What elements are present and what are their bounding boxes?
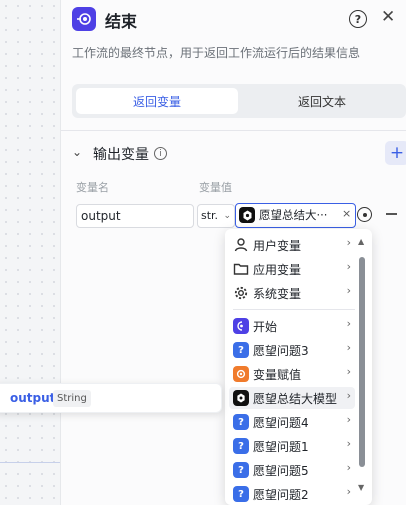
section-divider (61, 130, 406, 131)
target-icon[interactable] (357, 207, 372, 222)
user-icon (234, 238, 248, 252)
folder-icon (233, 263, 249, 275)
dropdown-item-wish-q5[interactable]: ? 愿望问题5 › (229, 459, 355, 481)
variable-reference-select[interactable]: 愿望总结大··· × (235, 203, 356, 228)
add-variable-button[interactable]: + (385, 141, 406, 165)
chevron-right-icon: › (346, 365, 351, 378)
panel-description: 工作流的最终节点，用于返回工作流运行后的结果信息 (72, 46, 361, 60)
dropdown-item-wish-q1[interactable]: ? 愿望问题1 › (229, 435, 355, 457)
llm-icon (239, 207, 255, 223)
dropdown-item-system-vars[interactable]: 系统变量 › (229, 282, 355, 304)
dropdown-item-wish-q2[interactable]: ? 愿望问题2 › (229, 483, 355, 505)
variable-type-select[interactable]: str. ⌄ (197, 204, 235, 228)
dropdown-item-start[interactable]: 开始 › (229, 315, 355, 337)
tab-return-text[interactable]: 返回文本 (242, 88, 402, 114)
output-variables-header: ⌄ 输出变量 i + (72, 141, 406, 165)
dropdown-separator (233, 309, 355, 310)
canvas-edge-line (0, 462, 60, 463)
question-icon: ? (233, 414, 249, 430)
help-icon[interactable]: ? (349, 10, 367, 28)
info-icon[interactable]: i (154, 147, 167, 160)
question-icon: ? (233, 342, 249, 358)
chevron-right-icon: › (346, 389, 351, 402)
chevron-right-icon: › (346, 317, 351, 330)
chevron-right-icon: › (346, 236, 351, 249)
dropdown-item-wish-q3[interactable]: ? 愿望问题3 › (229, 339, 355, 361)
dropdown-item-assign[interactable]: 变量赋值 › (229, 363, 355, 385)
llm-icon (233, 390, 249, 406)
panel-title: 结束 (105, 12, 138, 31)
scroll-down-icon[interactable]: ▼ (358, 483, 364, 492)
tab-return-variable[interactable]: 返回变量 (76, 88, 238, 114)
chevron-right-icon: › (346, 260, 351, 273)
dropdown-item-wish-summary-llm[interactable]: 愿望总结大模型 › (229, 387, 355, 409)
gear-icon (234, 286, 248, 300)
workflow-canvas[interactable] (0, 0, 60, 505)
end-node-icon (72, 7, 96, 31)
remove-variable-icon[interactable] (386, 213, 397, 215)
variable-name-input[interactable] (76, 204, 194, 228)
scroll-up-icon[interactable]: ▲ (358, 237, 364, 246)
panel-header: 结束 ? ✕ (72, 7, 406, 33)
question-icon: ? (233, 462, 249, 478)
chevron-right-icon: › (346, 413, 351, 426)
chevron-right-icon: › (346, 437, 351, 450)
scrollbar-thumb[interactable] (359, 257, 365, 467)
clear-icon[interactable]: × (342, 207, 351, 220)
dropdown-item-app-vars[interactable]: 应用变量 › (229, 258, 355, 280)
column-label-value: 变量值 (199, 181, 232, 194)
type-select-value: str. (201, 209, 219, 222)
dropdown-item-user-vars[interactable]: 用户变量 › (229, 234, 355, 256)
collapse-chevron-icon[interactable]: ⌄ (72, 145, 82, 159)
question-icon: ? (233, 486, 249, 502)
chevron-right-icon: › (346, 485, 351, 498)
reference-value: 愿望总结大··· (259, 208, 328, 222)
start-icon (233, 318, 249, 334)
return-mode-tabs: 返回变量 返回文本 (72, 84, 406, 118)
dropdown-item-wish-q4[interactable]: ? 愿望问题4 › (229, 411, 355, 433)
assign-icon (233, 366, 249, 382)
drag-chip-type-badge: String (53, 390, 91, 407)
question-icon: ? (233, 438, 249, 454)
dropdown-scrollbar[interactable]: ▲ ▼ (355, 235, 369, 499)
section-title: 输出变量 (93, 147, 149, 163)
chevron-right-icon: › (346, 341, 351, 354)
dragged-variable-chip[interactable]: output String (0, 383, 222, 413)
variable-picker-dropdown: 用户变量 › 应用变量 › 系统变量 › 开始 › ? 愿望问题3 › 变量赋值… (225, 229, 372, 505)
chevron-down-icon: ⌄ (223, 211, 231, 221)
drag-chip-name: output (10, 391, 56, 405)
chevron-right-icon: › (346, 284, 351, 297)
column-label-name: 变量名 (76, 181, 109, 194)
close-icon[interactable]: ✕ (381, 7, 395, 27)
chevron-right-icon: › (346, 461, 351, 474)
